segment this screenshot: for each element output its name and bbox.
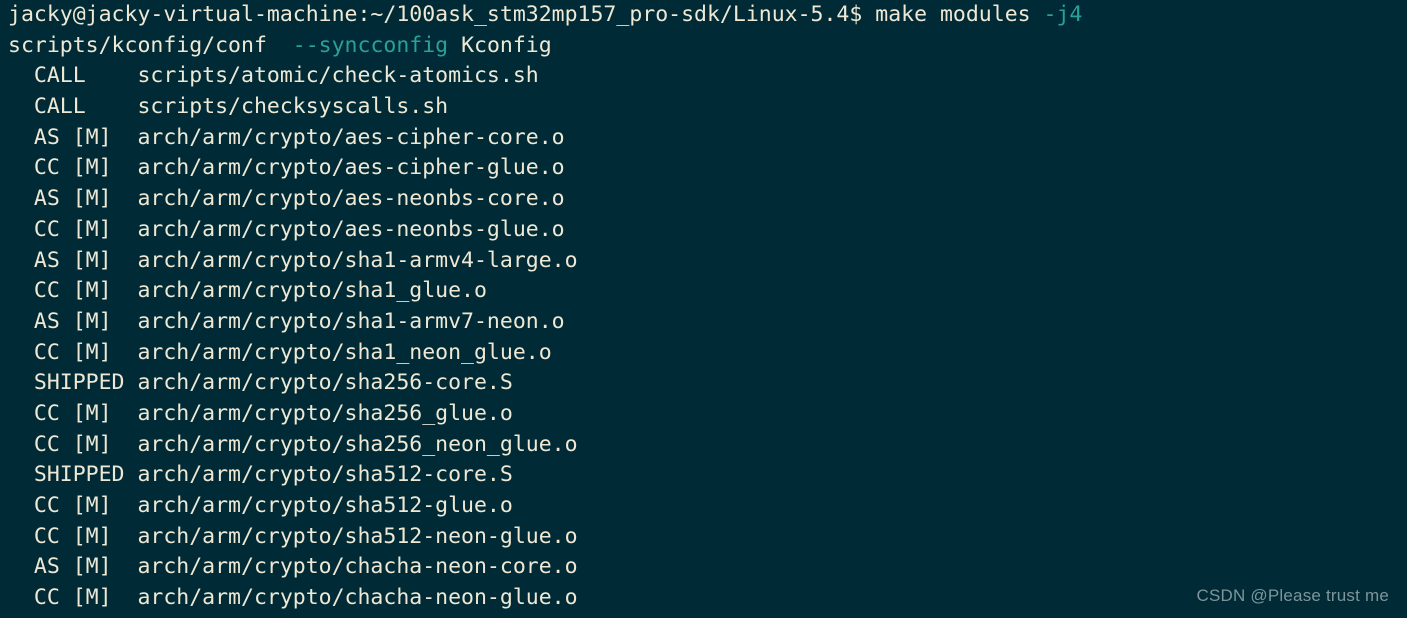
build-line-cc-sha256-glue: CC [M] arch/arm/crypto/sha256_glue.o [8,399,1407,430]
build-line-call-check-atomics: CALL scripts/atomic/check-atomics.sh [8,61,1407,92]
build-line-shipped-sha512-core-seg-0: SHIPPED arch/arm/crypto/sha512-core.S [8,462,513,488]
build-line-cc-aes-neonbs-glue: CC [M] arch/arm/crypto/aes-neonbs-glue.o [8,215,1407,246]
kconfig-syncconfig-line-seg-0: scripts/kconfig/conf [8,32,293,58]
build-line-as-aes-neonbs-core-seg-0: AS [M] arch/arm/crypto/aes-neonbs-core.o [8,186,565,212]
build-line-as-sha1-armv7-neon-seg-0: AS [M] arch/arm/crypto/sha1-armv7-neon.o [8,308,565,334]
build-line-as-aes-cipher-core: AS [M] arch/arm/crypto/aes-cipher-core.o [8,123,1407,154]
build-line-cc-sha1-glue: CC [M] arch/arm/crypto/sha1_glue.o [8,276,1407,307]
terminal-output-area[interactable]: jacky@jacky-virtual-machine:~/100ask_stm… [8,0,1407,614]
build-line-call-checksyscalls-seg-0: CALL scripts/checksyscalls.sh [8,94,449,120]
build-line-cc-sha256-neon-glue: CC [M] arch/arm/crypto/sha256_neon_glue.… [8,430,1407,461]
csdn-watermark: CSDN @Please trust me [1196,586,1389,606]
build-line-as-sha1-armv7-neon: AS [M] arch/arm/crypto/sha1-armv7-neon.o [8,307,1407,338]
prompt-command-line: jacky@jacky-virtual-machine:~/100ask_stm… [8,0,1407,31]
build-line-as-aes-neonbs-core: AS [M] arch/arm/crypto/aes-neonbs-core.o [8,184,1407,215]
build-line-cc-sha512-neon-glue-seg-0: CC [M] arch/arm/crypto/sha512-neon-glue.… [8,523,578,549]
build-line-as-chacha-neon-core-seg-0: AS [M] arch/arm/crypto/chacha-neon-core.… [8,554,578,580]
build-line-cc-aes-cipher-glue: CC [M] arch/arm/crypto/aes-cipher-glue.o [8,153,1407,184]
build-line-call-check-atomics-seg-0: CALL scripts/atomic/check-atomics.sh [8,63,539,89]
build-line-as-chacha-neon-core: AS [M] arch/arm/crypto/chacha-neon-core.… [8,552,1407,583]
build-line-cc-sha512-neon-glue: CC [M] arch/arm/crypto/sha512-neon-glue.… [8,522,1407,553]
build-line-shipped-sha256-core-seg-0: SHIPPED arch/arm/crypto/sha256-core.S [8,370,513,396]
build-line-cc-aes-cipher-glue-seg-0: CC [M] arch/arm/crypto/aes-cipher-glue.o [8,155,565,181]
build-line-cc-sha1-neon-glue: CC [M] arch/arm/crypto/sha1_neon_glue.o [8,338,1407,369]
build-line-call-checksyscalls: CALL scripts/checksyscalls.sh [8,92,1407,123]
build-line-shipped-sha512-core: SHIPPED arch/arm/crypto/sha512-core.S [8,460,1407,491]
build-line-as-sha1-armv4-large-seg-0: AS [M] arch/arm/crypto/sha1-armv4-large.… [8,247,578,273]
build-line-cc-chacha-neon-glue-seg-0: CC [M] arch/arm/crypto/chacha-neon-glue.… [8,585,578,611]
build-line-cc-sha512-glue-seg-0: CC [M] arch/arm/crypto/sha512-glue.o [8,493,513,518]
build-line-cc-sha1-glue-seg-0: CC [M] arch/arm/crypto/sha1_glue.o [8,278,487,304]
kconfig-syncconfig-line: scripts/kconfig/conf --syncconfig Kconfi… [8,31,1407,62]
build-line-cc-aes-neonbs-glue-seg-0: CC [M] arch/arm/crypto/aes-neonbs-glue.o [8,216,565,242]
terminal-window[interactable]: jacky@jacky-virtual-machine:~/100ask_stm… [0,0,1407,618]
build-line-cc-sha256-glue-seg-0: CC [M] arch/arm/crypto/sha256_glue.o [8,400,513,426]
build-line-shipped-sha256-core: SHIPPED arch/arm/crypto/sha256-core.S [8,368,1407,399]
kconfig-syncconfig-line-seg-2: Kconfig [448,32,552,58]
prompt-command-line-seg-0: jacky@jacky-virtual-machine:~/100ask_stm… [8,2,1044,27]
build-line-as-aes-cipher-core-seg-0: AS [M] arch/arm/crypto/aes-cipher-core.o [8,124,565,150]
build-line-cc-sha1-neon-glue-seg-0: CC [M] arch/arm/crypto/sha1_neon_glue.o [8,339,552,365]
build-line-cc-sha512-glue: CC [M] arch/arm/crypto/sha512-glue.o [8,491,1407,522]
build-line-as-sha1-armv4-large: AS [M] arch/arm/crypto/sha1-armv4-large.… [8,246,1407,277]
kconfig-syncconfig-line-seg-1: --syncconfig [292,32,449,58]
prompt-command-line-seg-1: -j4 [1043,2,1083,27]
build-line-cc-sha256-neon-glue-seg-0: CC [M] arch/arm/crypto/sha256_neon_glue.… [8,431,578,457]
